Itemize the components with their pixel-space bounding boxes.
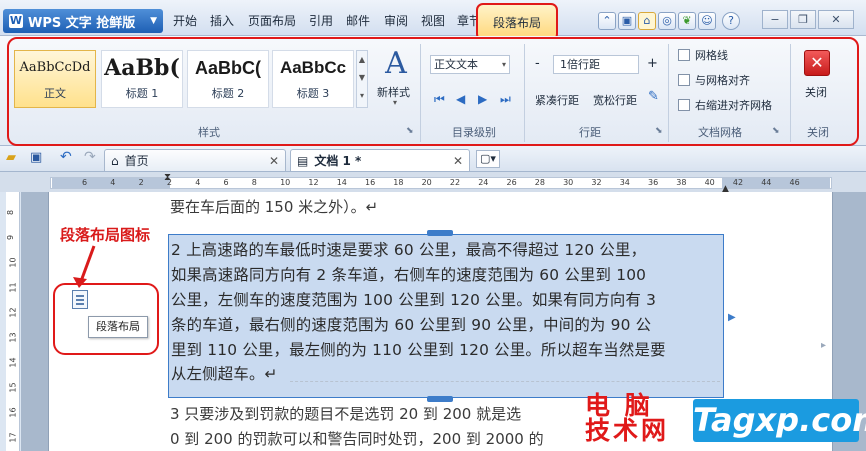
ruler-number: 44 — [761, 178, 772, 187]
ruler-number: 18 — [393, 178, 404, 187]
collapse-icon[interactable]: ⌃ — [598, 12, 616, 30]
app-menu-button[interactable]: W WPS 文字 抢鲜版 ▼ — [3, 9, 163, 33]
ruler-number: 12 — [308, 178, 319, 187]
menu-review[interactable]: 审阅 — [379, 11, 413, 31]
windows-icon[interactable]: ▣ — [618, 12, 636, 30]
leaf-icon[interactable]: ❦ — [678, 12, 696, 30]
menu-home[interactable]: 开始 — [168, 11, 202, 31]
paragraph-line: 2 上高速路的车最低时速是要求 60 公里，最高不得超过 120 公里， — [171, 241, 647, 259]
paragraph-handle-bottom[interactable] — [427, 396, 453, 402]
ruler-number: 24 — [478, 178, 489, 187]
ruler-number: 40 — [704, 178, 715, 187]
home-icon: ⌂ — [111, 153, 119, 168]
ruler-number: 13 — [8, 332, 18, 343]
ruler-number: 15 — [8, 382, 18, 393]
tab-label: 首页 — [124, 154, 149, 168]
close-tab-icon[interactable]: ✕ — [269, 154, 279, 168]
tooltip: 段落布局 — [88, 316, 148, 338]
watermark-site: Tagxp.com — [693, 399, 866, 442]
chevron-down-icon: ▼ — [150, 16, 157, 26]
restore-button[interactable]: ❐ — [790, 10, 816, 29]
ruler-number: 28 — [534, 178, 545, 187]
paragraph-line: 公里，左侧车的速度范围为 100 公里到 120 公里。如果有同方向有 3 — [171, 291, 657, 309]
paragraph-line: 从左侧超车。↵ — [171, 365, 278, 383]
ruler-number: 22 — [449, 178, 461, 187]
user-icon[interactable]: ☺ — [698, 12, 716, 30]
ruler-number: 14 — [336, 178, 347, 187]
globe-icon[interactable]: ◎ — [658, 12, 676, 30]
ruler-number: 17 — [8, 432, 18, 443]
close-tab-icon[interactable]: ✕ — [453, 154, 463, 168]
paragraph-handle-top[interactable] — [427, 230, 453, 236]
ruler-number: 16 — [365, 178, 376, 187]
ruler-number: 4 — [195, 178, 201, 187]
ruler-number: 42 — [732, 178, 744, 187]
menu-paragraph-layout[interactable]: 段落布局 — [476, 14, 558, 31]
ruler-number: 8 — [251, 178, 257, 187]
menu-mailings[interactable]: 邮件 — [341, 11, 375, 31]
document-line[interactable]: 0 到 200 的罚款可以和警告同时处罚，200 到 2000 的 — [170, 428, 544, 449]
ruler-number: 32 — [591, 178, 602, 187]
ruler-number: 30 — [563, 178, 574, 187]
document-line[interactable]: 要在车后面的 150 米之外）。↵ — [170, 196, 378, 217]
document-icon: ▤ — [297, 153, 309, 168]
ruler-number: 16 — [8, 407, 18, 418]
new-tab-button[interactable]: ▢▾ — [476, 150, 500, 168]
document-line[interactable]: 3 只要涉及到罚款的题目不是选罚 20 到 200 就是选 — [170, 403, 521, 424]
indent-marker-icon[interactable]: ⧗ — [164, 172, 171, 183]
paragraph-line: 条的车道，最右侧的速度范围为 60 公里到 90 公里，中间的为 90 公 — [171, 316, 652, 334]
open-folder-icon[interactable]: ▰ — [6, 150, 16, 165]
line-grid-divider — [290, 381, 720, 382]
ruler-number: 6 — [82, 178, 88, 187]
ruler-number: 38 — [676, 178, 687, 187]
home-icon[interactable]: ⌂ — [638, 12, 656, 30]
ruler-number: 34 — [619, 178, 630, 187]
ruler-number: 10 — [8, 257, 18, 268]
wps-logo-icon: W — [9, 14, 23, 28]
ruler-number: 10 — [280, 178, 291, 187]
ruler-number: 46 — [789, 178, 800, 187]
help-icon[interactable]: ? — [722, 12, 740, 30]
ruler-number: 14 — [8, 357, 18, 368]
ribbon-highlight-box — [7, 37, 859, 146]
menu-page-layout[interactable]: 页面布局 — [243, 11, 301, 31]
undo-icon[interactable]: ↶ — [60, 149, 72, 165]
paragraph-line: 里到 110 公里，最左侧的为 110 公里到 120 公里。所以超车当然是要 — [171, 341, 666, 359]
tab-label: 文档 1 * — [314, 154, 362, 168]
tab-home[interactable]: ⌂ 首页 ✕ — [104, 149, 286, 171]
ruler-number: 12 — [8, 307, 18, 318]
app-name: WPS 文字 抢鲜版 — [28, 15, 136, 31]
paragraph-line: 如果高速路同方向有 2 条车道，右侧车的速度范围为 60 公里到 100 — [171, 266, 647, 284]
close-window-button[interactable]: ✕ — [818, 10, 854, 29]
ruler-number: 11 — [8, 282, 18, 293]
ruler-number: 6 — [223, 178, 229, 187]
ruler-number: 36 — [648, 178, 659, 187]
menu-references[interactable]: 引用 — [304, 11, 338, 31]
paragraph-layout-icon[interactable] — [72, 290, 88, 309]
watermark-logo: 电 脑 技术网 — [585, 391, 670, 445]
tab-document[interactable]: ▤ 文档 1 * ✕ — [290, 149, 470, 171]
ruler-number: 2 — [138, 178, 144, 187]
ruler-number: 9 — [6, 234, 16, 241]
minimize-button[interactable]: − — [762, 10, 788, 29]
redo-icon[interactable]: ↷ — [84, 149, 96, 165]
annotation-title: 段落布局图标 — [60, 226, 151, 244]
paragraph-handle-right-icon[interactable]: ▶ — [728, 312, 736, 323]
page-marker-icon: ▸ — [821, 340, 827, 351]
ruler-number: 20 — [421, 178, 432, 187]
save-icon[interactable]: ▣ — [30, 150, 42, 165]
ruler-number: 8 — [6, 209, 16, 216]
ruler-number: 4 — [110, 178, 116, 187]
ruler-number: 26 — [506, 178, 517, 187]
menu-view[interactable]: 视图 — [416, 11, 450, 31]
menu-insert[interactable]: 插入 — [205, 11, 239, 31]
